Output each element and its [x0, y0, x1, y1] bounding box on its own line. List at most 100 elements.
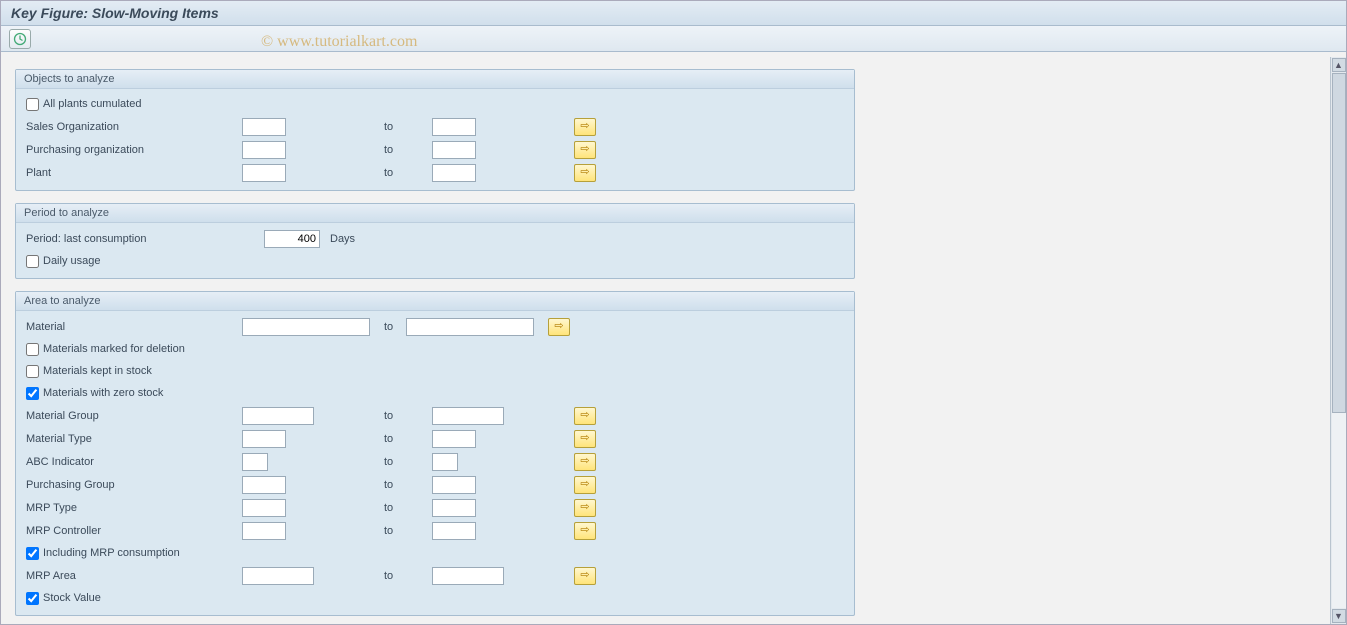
mrp-type-to-input[interactable] — [432, 499, 476, 517]
period-value-input[interactable] — [264, 230, 320, 248]
scroll-down-button[interactable]: ▼ — [1332, 609, 1346, 623]
arrow-right-icon: ⇨ — [580, 479, 589, 490]
to-label: to — [384, 321, 406, 333]
materials-zero-stock-checkbox[interactable] — [26, 387, 39, 400]
arrow-right-icon: ⇨ — [580, 167, 589, 178]
plant-to-input[interactable] — [432, 164, 476, 182]
title-bar: Key Figure: Slow-Moving Items — [1, 1, 1346, 26]
sales-org-label: Sales Organization — [24, 121, 242, 133]
abc-indicator-label: ABC Indicator — [24, 456, 242, 468]
purch-org-multiselect-button[interactable]: ⇨ — [574, 141, 596, 159]
purch-org-from-input[interactable] — [242, 141, 286, 159]
purch-org-to-input[interactable] — [432, 141, 476, 159]
group-area-to-analyze: Area to analyze Material to ⇨ Materials … — [15, 291, 855, 616]
mrp-type-from-input[interactable] — [242, 499, 286, 517]
to-label: to — [384, 525, 432, 537]
to-label: to — [384, 479, 432, 491]
scroll-thumb[interactable] — [1332, 73, 1346, 413]
purchasing-group-label: Purchasing Group — [24, 479, 242, 491]
abc-indicator-multiselect-button[interactable]: ⇨ — [574, 453, 596, 471]
purch-org-label: Purchasing organization — [24, 144, 242, 156]
to-label: to — [384, 433, 432, 445]
page-title: Key Figure: Slow-Moving Items — [11, 5, 219, 21]
mrp-area-from-input[interactable] — [242, 567, 314, 585]
mrp-type-label: MRP Type — [24, 502, 242, 514]
group-title-objects: Objects to analyze — [16, 70, 854, 89]
materials-marked-deletion-checkbox[interactable] — [26, 343, 39, 356]
arrow-right-icon: ⇨ — [580, 570, 589, 581]
materials-kept-stock-checkbox[interactable] — [26, 365, 39, 378]
group-objects-to-analyze: Objects to analyze All plants cumulated … — [15, 69, 855, 191]
sales-org-to-input[interactable] — [432, 118, 476, 136]
daily-usage-checkbox[interactable] — [26, 255, 39, 268]
vertical-scrollbar[interactable]: ▲ ▼ — [1330, 57, 1346, 624]
mrp-area-multiselect-button[interactable]: ⇨ — [574, 567, 596, 585]
period-last-consumption-label: Period: last consumption — [24, 233, 264, 245]
sales-org-multiselect-button[interactable]: ⇨ — [574, 118, 596, 136]
materials-marked-deletion-label: Materials marked for deletion — [43, 343, 185, 355]
group-title-period: Period to analyze — [16, 204, 854, 223]
to-label: to — [384, 502, 432, 514]
material-type-label: Material Type — [24, 433, 242, 445]
to-label: to — [384, 410, 432, 422]
to-label: to — [384, 167, 432, 179]
including-mrp-consumption-checkbox[interactable] — [26, 547, 39, 560]
purchasing-group-from-input[interactable] — [242, 476, 286, 494]
purchasing-group-multiselect-button[interactable]: ⇨ — [574, 476, 596, 494]
material-group-multiselect-button[interactable]: ⇨ — [574, 407, 596, 425]
to-label: to — [384, 144, 432, 156]
stock-value-label: Stock Value — [43, 592, 101, 604]
content-area: Objects to analyze All plants cumulated … — [1, 57, 1346, 624]
abc-indicator-to-input[interactable] — [432, 453, 458, 471]
mrp-controller-label: MRP Controller — [24, 525, 242, 537]
form-area: Objects to analyze All plants cumulated … — [1, 57, 863, 624]
purchasing-group-to-input[interactable] — [432, 476, 476, 494]
material-type-multiselect-button[interactable]: ⇨ — [574, 430, 596, 448]
plant-multiselect-button[interactable]: ⇨ — [574, 164, 596, 182]
to-label: to — [384, 456, 432, 468]
execute-button[interactable] — [9, 29, 31, 49]
materials-kept-stock-label: Materials kept in stock — [43, 365, 152, 377]
sales-org-from-input[interactable] — [242, 118, 286, 136]
mrp-area-label: MRP Area — [24, 570, 242, 582]
all-plants-cumulated-label: All plants cumulated — [43, 98, 141, 110]
to-label: to — [384, 121, 432, 133]
arrow-right-icon: ⇨ — [580, 433, 589, 444]
scroll-up-button[interactable]: ▲ — [1332, 58, 1346, 72]
arrow-right-icon: ⇨ — [554, 321, 563, 332]
materials-zero-stock-label: Materials with zero stock — [43, 387, 163, 399]
toolbar — [1, 26, 1346, 52]
arrow-right-icon: ⇨ — [580, 525, 589, 536]
material-type-from-input[interactable] — [242, 430, 286, 448]
group-title-area: Area to analyze — [16, 292, 854, 311]
stock-value-checkbox[interactable] — [26, 592, 39, 605]
scroll-track[interactable] — [1332, 73, 1346, 608]
material-from-input[interactable] — [242, 318, 370, 336]
material-multiselect-button[interactable]: ⇨ — [548, 318, 570, 336]
material-group-label: Material Group — [24, 410, 242, 422]
mrp-type-multiselect-button[interactable]: ⇨ — [574, 499, 596, 517]
app-window: Key Figure: Slow-Moving Items © www.tuto… — [0, 0, 1347, 625]
plant-from-input[interactable] — [242, 164, 286, 182]
material-type-to-input[interactable] — [432, 430, 476, 448]
arrow-right-icon: ⇨ — [580, 121, 589, 132]
mrp-controller-to-input[interactable] — [432, 522, 476, 540]
mrp-controller-from-input[interactable] — [242, 522, 286, 540]
plant-label: Plant — [24, 167, 242, 179]
material-label: Material — [24, 321, 242, 333]
daily-usage-label: Daily usage — [43, 255, 100, 267]
material-group-from-input[interactable] — [242, 407, 314, 425]
mrp-controller-multiselect-button[interactable]: ⇨ — [574, 522, 596, 540]
arrow-right-icon: ⇨ — [580, 502, 589, 513]
mrp-area-to-input[interactable] — [432, 567, 504, 585]
all-plants-cumulated-checkbox[interactable] — [26, 98, 39, 111]
material-to-input[interactable] — [406, 318, 534, 336]
to-label: to — [384, 570, 432, 582]
arrow-right-icon: ⇨ — [580, 410, 589, 421]
days-unit-label: Days — [330, 233, 355, 245]
abc-indicator-from-input[interactable] — [242, 453, 268, 471]
group-period-to-analyze: Period to analyze Period: last consumpti… — [15, 203, 855, 279]
arrow-right-icon: ⇨ — [580, 144, 589, 155]
material-group-to-input[interactable] — [432, 407, 504, 425]
arrow-right-icon: ⇨ — [580, 456, 589, 467]
